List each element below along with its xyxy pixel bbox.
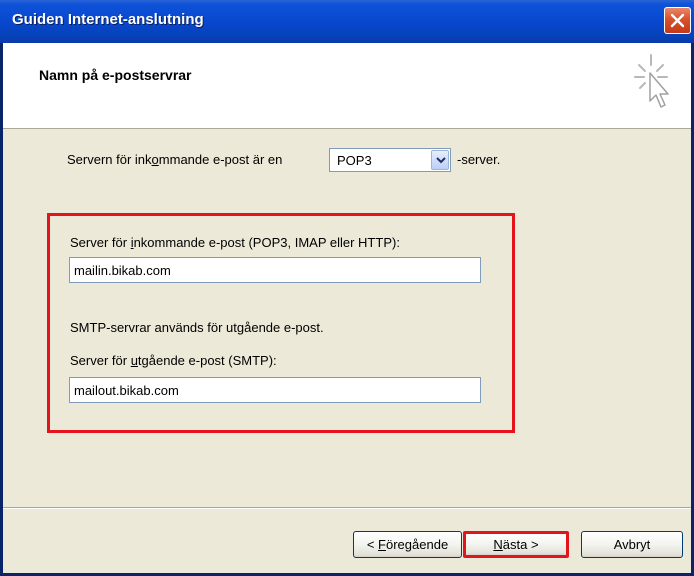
cancel-button[interactable]: Avbryt bbox=[581, 531, 683, 558]
header-panel: Namn på e-postservrar bbox=[3, 43, 691, 129]
next-button[interactable]: Nästa > bbox=[463, 531, 569, 558]
server-type-select[interactable]: POP3 bbox=[329, 148, 451, 172]
outgoing-server-input[interactable] bbox=[69, 377, 481, 403]
incoming-server-input[interactable] bbox=[69, 257, 481, 283]
server-type-label: Servern för inkommande e-post är en bbox=[67, 152, 283, 167]
wizard-cursor-icon bbox=[634, 54, 669, 108]
outgoing-server-label: Server för utgående e-post (SMTP): bbox=[70, 353, 277, 368]
server-type-value: POP3 bbox=[337, 153, 372, 168]
title-bar[interactable]: Guiden Internet-anslutning bbox=[0, 0, 694, 43]
dropdown-button[interactable] bbox=[431, 150, 449, 170]
page-title: Namn på e-postservrar bbox=[39, 67, 192, 83]
footer-divider bbox=[3, 507, 691, 509]
wizard-window: Guiden Internet-anslutning Namn på e-pos… bbox=[0, 0, 694, 576]
incoming-server-label: Server för inkommande e-post (POP3, IMAP… bbox=[70, 235, 400, 250]
close-button[interactable] bbox=[664, 7, 691, 34]
smtp-note: SMTP-servrar används för utgående e-post… bbox=[70, 320, 324, 335]
close-icon bbox=[670, 13, 685, 28]
back-button[interactable]: < Föregående bbox=[353, 531, 462, 558]
server-type-suffix: -server. bbox=[457, 152, 501, 167]
window-title: Guiden Internet-anslutning bbox=[12, 11, 204, 28]
chevron-down-icon bbox=[436, 157, 446, 164]
